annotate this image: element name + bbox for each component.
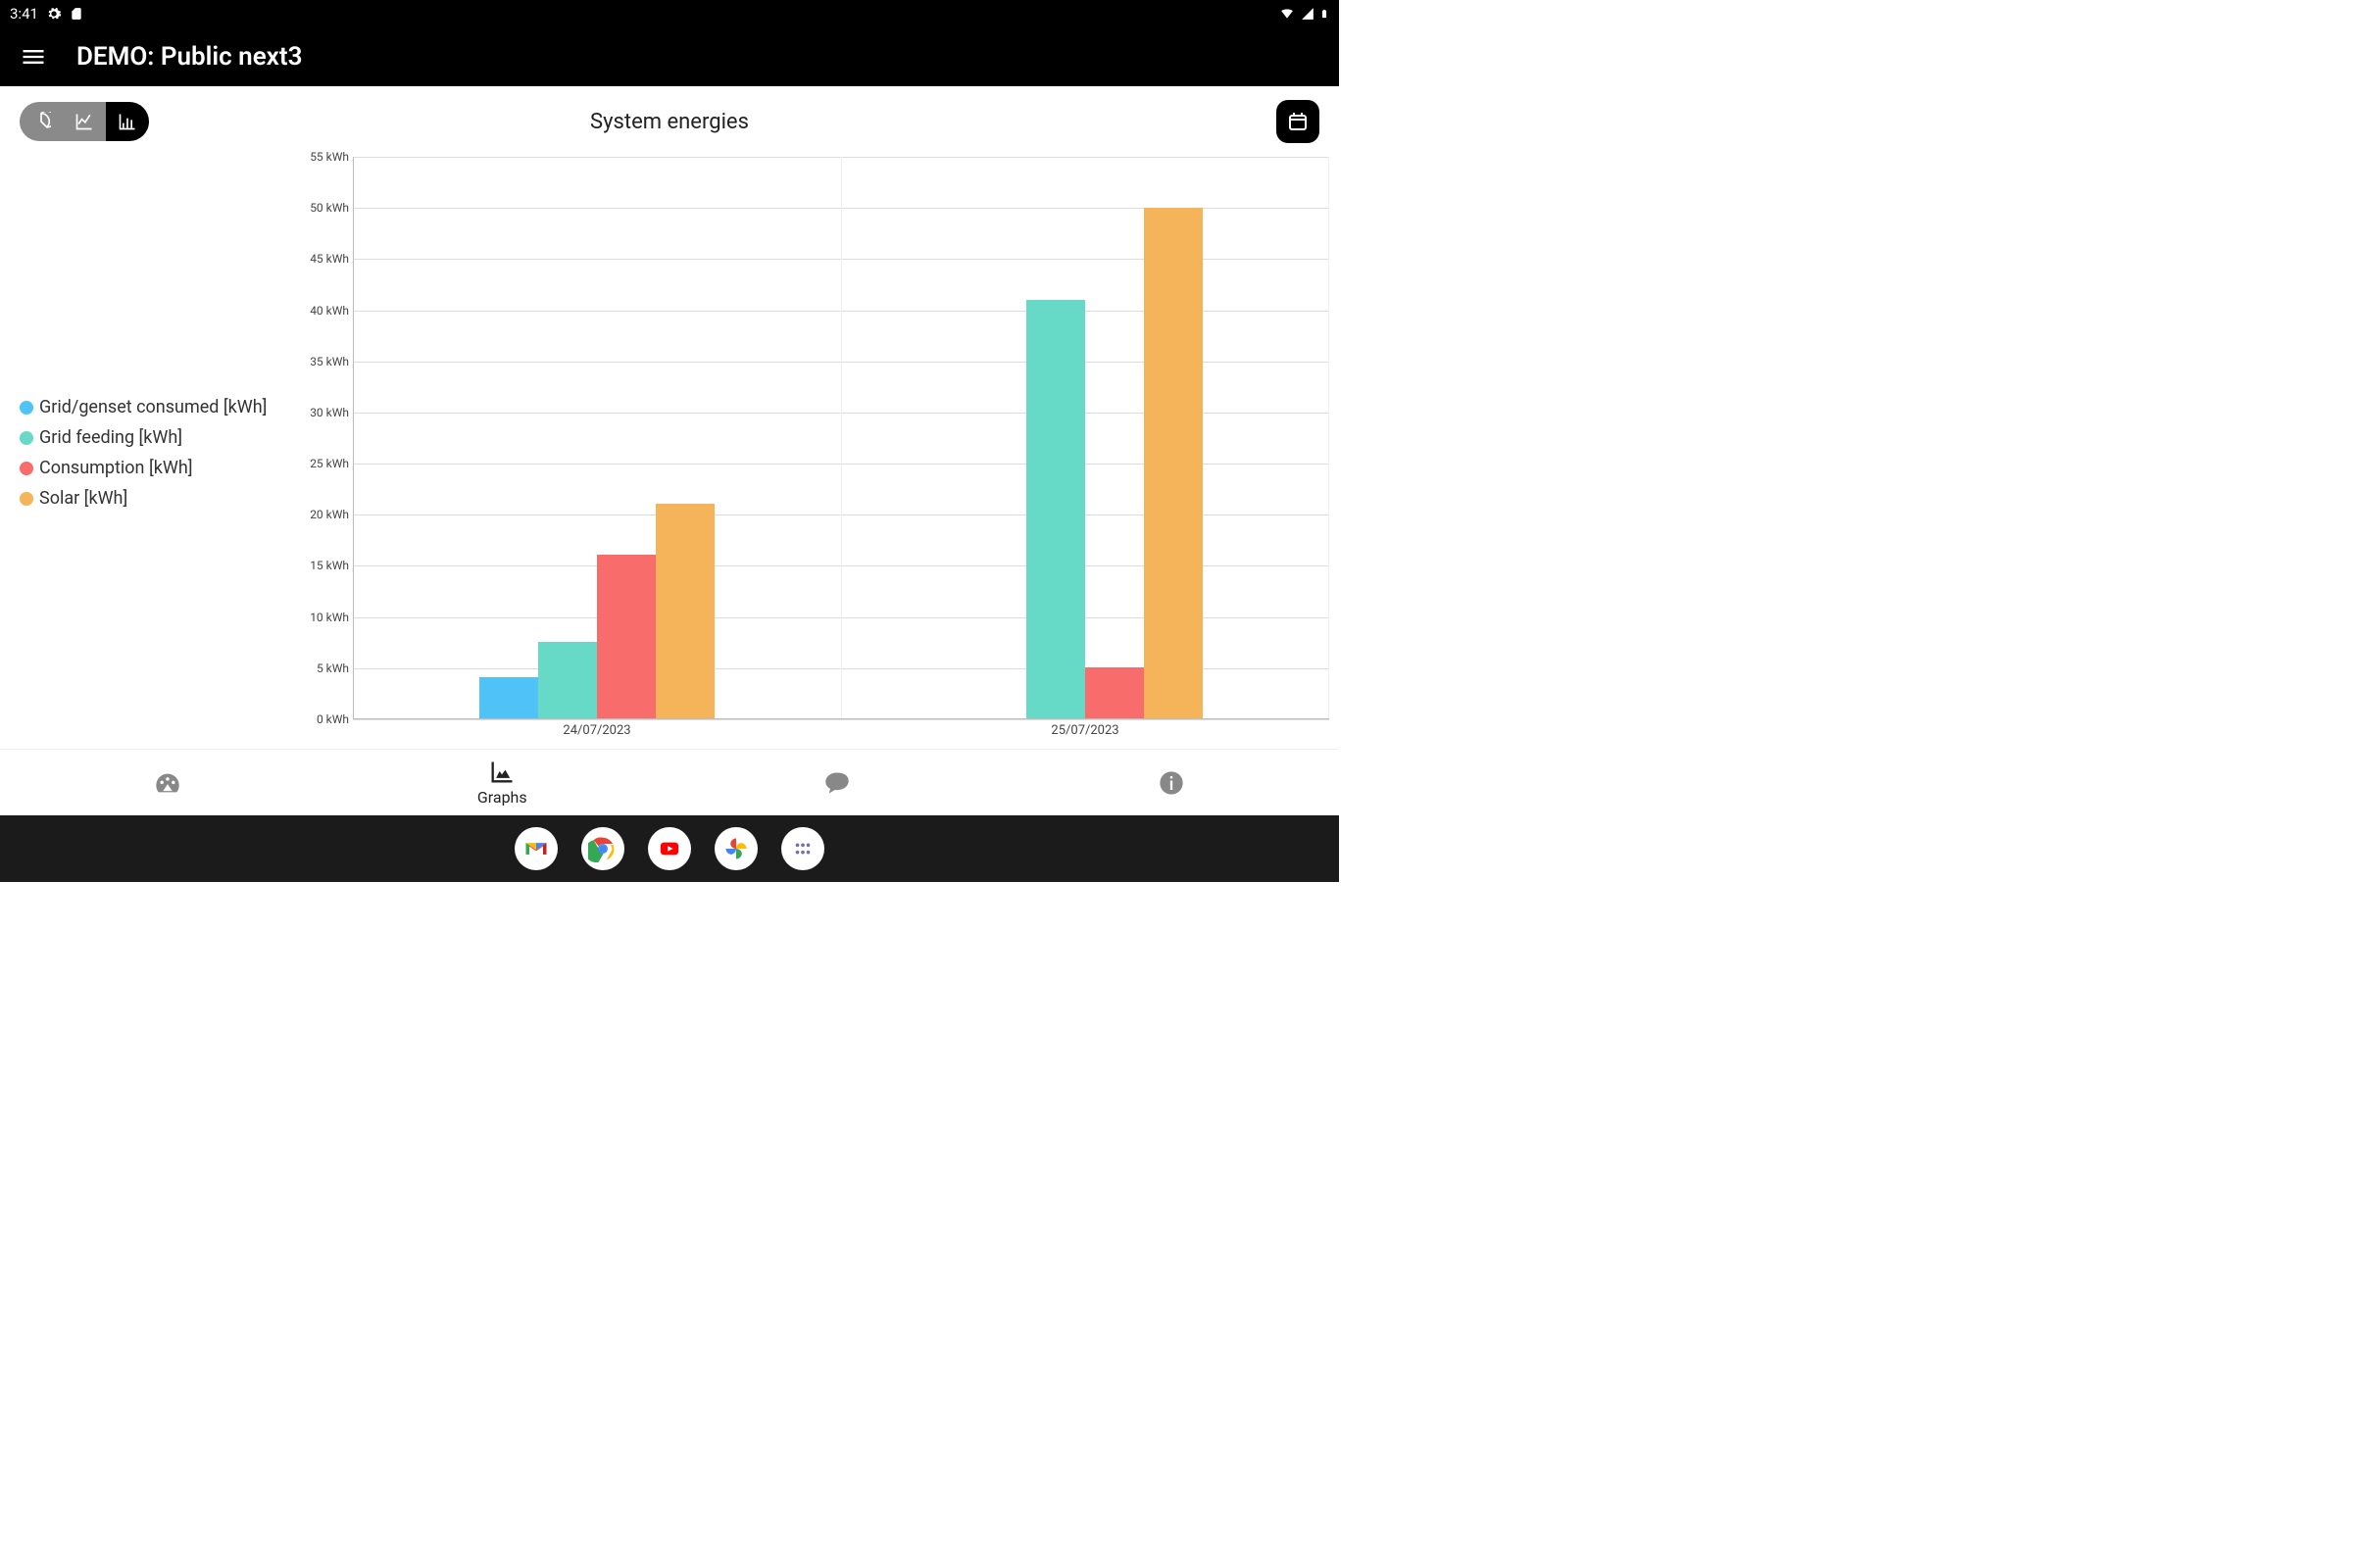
legend-swatch <box>20 462 33 475</box>
plot-area <box>353 157 1329 719</box>
nav-dashboard[interactable] <box>0 750 335 815</box>
legend-item[interactable]: Grid/genset consumed [kWh] <box>20 397 267 417</box>
chart-plot: 0 kWh 5 kWh 10 kWh 15 kWh 20 kWh 25 kWh 30 kWh… <box>304 157 1329 749</box>
android-status-bar: 3:41 <box>0 0 1339 27</box>
content-area: System energies Grid/genset consumed [kW… <box>0 86 1339 749</box>
nav-messages[interactable] <box>669 750 1005 815</box>
chart-body: Grid/genset consumed [kWh] Grid feeding [… <box>0 157 1339 749</box>
pie-chart-toggle[interactable] <box>20 102 63 141</box>
legend-swatch <box>20 431 33 445</box>
menu-icon[interactable] <box>20 43 47 71</box>
speech-bubble-icon <box>823 769 851 797</box>
gear-icon <box>46 6 62 22</box>
y-tick-label: 0 kWh <box>317 712 349 726</box>
y-axis: 0 kWh5 kWh10 kWh15 kWh20 kWh25 kWh30 kWh… <box>304 157 353 719</box>
android-dock <box>0 815 1339 882</box>
legend-label: Consumption [kWh] <box>39 458 193 478</box>
y-tick-label: 20 kWh <box>310 508 349 521</box>
sd-card-icon <box>70 6 83 22</box>
photos-app-icon[interactable] <box>715 827 758 870</box>
bar[interactable] <box>1026 300 1085 718</box>
y-tick-label: 10 kWh <box>310 611 349 624</box>
legend-item[interactable]: Solar [kWh] <box>20 488 127 509</box>
area-chart-icon <box>488 759 516 786</box>
app-drawer-icon[interactable] <box>781 827 824 870</box>
signal-icon <box>1300 7 1315 21</box>
legend-label: Solar [kWh] <box>39 488 127 509</box>
youtube-app-icon[interactable] <box>648 827 691 870</box>
chart-title: System energies <box>590 110 749 134</box>
wifi-icon <box>1278 7 1296 21</box>
y-tick-label: 45 kWh <box>310 252 349 266</box>
y-tick-label: 5 kWh <box>317 662 349 675</box>
y-tick-label: 55 kWh <box>310 150 349 164</box>
gauge-icon <box>154 769 181 797</box>
legend-label: Grid feeding [kWh] <box>39 427 182 448</box>
bar-group <box>842 157 1330 718</box>
y-tick-label: 25 kWh <box>310 457 349 470</box>
chart-header: System energies <box>0 86 1339 157</box>
bar[interactable] <box>597 555 656 718</box>
legend-item[interactable]: Grid feeding [kWh] <box>20 427 182 448</box>
x-axis: 24/07/202325/07/2023 <box>353 719 1329 749</box>
bar-group <box>354 157 842 718</box>
bar[interactable] <box>656 504 715 718</box>
nav-graphs[interactable]: Graphs <box>335 750 670 815</box>
legend-swatch <box>20 492 33 506</box>
gmail-app-icon[interactable] <box>515 827 558 870</box>
nav-graphs-label: Graphs <box>477 788 527 807</box>
chrome-app-icon[interactable] <box>581 827 624 870</box>
info-icon <box>1158 769 1185 797</box>
bar[interactable] <box>479 677 538 718</box>
x-tick-label: 24/07/2023 <box>353 719 841 749</box>
chart-type-toggle <box>20 102 149 141</box>
calendar-button[interactable] <box>1276 100 1319 143</box>
y-tick-label: 35 kWh <box>310 355 349 368</box>
line-chart-toggle[interactable] <box>63 102 106 141</box>
app-title: DEMO: Public next3 <box>76 42 302 72</box>
y-tick-label: 50 kWh <box>310 201 349 215</box>
y-tick-label: 15 kWh <box>310 559 349 572</box>
bar-chart-toggle[interactable] <box>106 102 149 141</box>
chart-legend: Grid/genset consumed [kWh] Grid feeding [… <box>10 157 304 749</box>
bar[interactable] <box>1085 667 1144 718</box>
x-tick-label: 25/07/2023 <box>841 719 1329 749</box>
status-time: 3:41 <box>10 5 38 23</box>
legend-swatch <box>20 401 33 415</box>
legend-label: Grid/genset consumed [kWh] <box>39 397 267 417</box>
app-bar: DEMO: Public next3 <box>0 27 1339 86</box>
nav-info[interactable] <box>1005 750 1340 815</box>
battery-icon <box>1319 6 1329 22</box>
y-tick-label: 30 kWh <box>310 406 349 419</box>
bar[interactable] <box>538 642 597 718</box>
y-tick-label: 40 kWh <box>310 304 349 318</box>
bar[interactable] <box>1144 208 1203 718</box>
bottom-nav: Graphs <box>0 749 1339 815</box>
legend-item[interactable]: Consumption [kWh] <box>20 458 193 478</box>
